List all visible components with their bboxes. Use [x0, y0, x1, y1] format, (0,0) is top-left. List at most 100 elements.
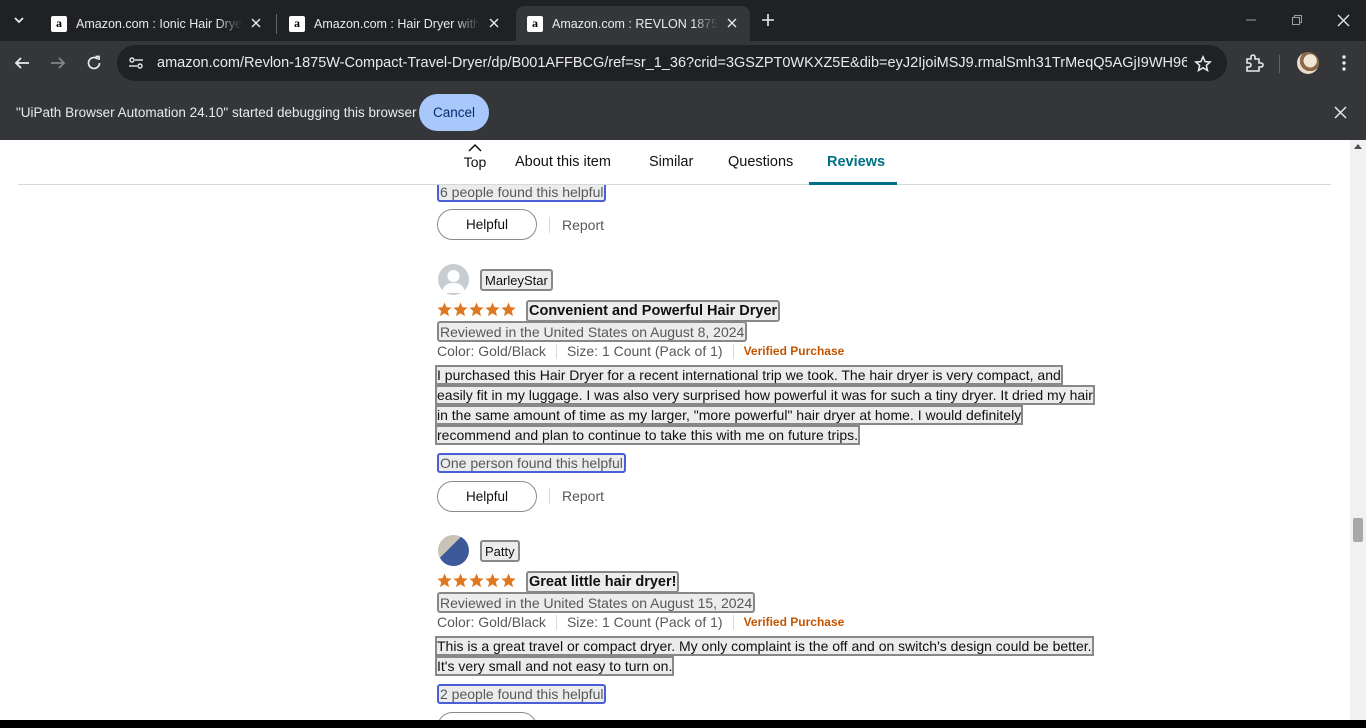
scroll-up-arrow-icon[interactable]	[1354, 144, 1362, 149]
site-settings-icon[interactable]	[127, 54, 145, 72]
star-icon	[453, 573, 468, 588]
reload-icon	[87, 55, 101, 70]
reload-button[interactable]	[80, 49, 108, 77]
tab-1[interactable]: a Amazon.com : Ionic Hair Dryer,	[40, 6, 274, 41]
tab-3-active[interactable]: a Amazon.com : REVLON 1875W C	[516, 6, 750, 41]
divider	[549, 488, 550, 504]
review-body-line: It's very small and not easy to turn on.	[434, 656, 675, 676]
star-rating[interactable]	[437, 302, 516, 318]
arrow-right-icon	[51, 57, 66, 69]
profile-avatar[interactable]	[1297, 52, 1319, 74]
variant-color[interactable]: Color: Gold/Black	[437, 343, 546, 359]
tab-title: Amazon.com : Ionic Hair Dryer,	[76, 16, 242, 31]
star-icon	[501, 573, 516, 588]
review-body-line: I purchased this Hair Dryer for a recent…	[435, 365, 1063, 385]
amazon-favicon-icon: a	[289, 15, 305, 32]
reviewer-avatar	[438, 535, 469, 566]
page-content: Top About this item Similar Questions Re…	[0, 140, 1350, 720]
bookmark-star-icon[interactable]	[1193, 54, 1213, 74]
tab-title: Amazon.com : Hair Dryer with D	[314, 16, 480, 31]
report-link[interactable]: Report	[562, 488, 604, 504]
close-icon	[1337, 14, 1349, 26]
star-icon	[469, 573, 484, 588]
restore-icon	[1292, 15, 1302, 25]
review-title[interactable]: Great little hair dryer!	[526, 571, 680, 593]
variant-size[interactable]: Size: 1 Count (Pack of 1)	[567, 614, 723, 630]
review-date: Reviewed in the United States on August …	[437, 592, 756, 613]
divider	[549, 217, 550, 233]
page-scrollbar[interactable]	[1350, 140, 1366, 720]
close-infobar-icon[interactable]	[1331, 103, 1349, 121]
close-tab-icon[interactable]	[486, 15, 502, 31]
helpful-button[interactable]: Helpful	[437, 481, 537, 512]
helpful-button[interactable]	[437, 712, 537, 720]
extensions-puzzle-icon[interactable]	[1243, 52, 1265, 74]
helpful-count: One person found this helpful	[437, 453, 626, 473]
infobar-message: "UiPath Browser Automation 24.10" starte…	[16, 105, 417, 120]
star-icon	[485, 302, 500, 317]
nav-about-this-item[interactable]: About this item	[515, 154, 611, 170]
star-icon	[437, 302, 452, 317]
star-icon	[501, 302, 516, 317]
amazon-favicon-icon: a	[51, 15, 67, 32]
product-sticky-nav: Top About this item Similar Questions Re…	[18, 140, 1331, 185]
helpful-count: 2 people found this helpful	[437, 684, 607, 704]
nav-similar[interactable]: Similar	[649, 154, 693, 170]
divider	[732, 614, 734, 630]
star-icon	[437, 573, 452, 588]
variant-size[interactable]: Size: 1 Count (Pack of 1)	[567, 343, 723, 359]
divider	[555, 343, 557, 359]
debugging-infobar: "UiPath Browser Automation 24.10" starte…	[0, 85, 1366, 140]
caret-up-icon	[468, 143, 482, 152]
reviewer-name[interactable]: MarleyStar	[480, 269, 553, 291]
review-body-line: recommend and plan to continue to take t…	[434, 425, 861, 445]
star-icon	[469, 302, 484, 317]
toolbar-separator	[1279, 55, 1280, 73]
divider	[732, 343, 734, 359]
variant-color[interactable]: Color: Gold/Black	[437, 614, 546, 630]
address-bar[interactable]: amazon.com/Revlon-1875W-Compact-Travel-D…	[117, 45, 1227, 81]
forward-button[interactable]	[44, 49, 72, 77]
tab-2[interactable]: a Amazon.com : Hair Dryer with D	[278, 6, 512, 41]
kebab-menu-icon[interactable]	[1334, 52, 1354, 74]
divider	[555, 614, 557, 630]
star-rating[interactable]	[437, 573, 516, 589]
bottom-edge	[0, 720, 1366, 728]
nav-questions[interactable]: Questions	[728, 154, 793, 170]
tab-search-button[interactable]	[6, 7, 32, 33]
nav-reviews[interactable]: Reviews	[827, 154, 885, 170]
close-tab-icon[interactable]	[248, 15, 264, 31]
review-title[interactable]: Convenient and Powerful Hair Dryer	[526, 300, 781, 322]
reviewer-name[interactable]: Patty	[480, 540, 520, 562]
reviewer-avatar	[438, 264, 469, 295]
helpful-count: 6 people found this helpful	[437, 182, 607, 202]
review-body-line: easily fit in my luggage. I was also ver…	[435, 385, 1095, 405]
helpful-button[interactable]: Helpful	[437, 209, 537, 240]
browser-toolbar: amazon.com/Revlon-1875W-Compact-Travel-D…	[0, 41, 1366, 85]
scrollbar-thumb[interactable]	[1353, 518, 1363, 542]
review-variant-info: Color: Gold/Black Size: 1 Count (Pack of…	[437, 341, 844, 361]
review-body: This is a great travel or compact dryer.…	[434, 636, 1113, 676]
back-to-top-link[interactable]: Top	[459, 143, 491, 170]
tab-strip: a Amazon.com : Ionic Hair Dryer, a Amazo…	[0, 0, 1366, 41]
plus-icon	[762, 14, 774, 26]
url-text[interactable]: amazon.com/Revlon-1875W-Compact-Travel-D…	[157, 55, 1187, 71]
top-label: Top	[463, 154, 487, 170]
verified-purchase-badge: Verified Purchase	[743, 615, 845, 629]
star-icon	[485, 573, 500, 588]
restore-button[interactable]	[1287, 10, 1307, 30]
minimize-icon	[1246, 19, 1256, 21]
close-tab-icon[interactable]	[724, 15, 740, 31]
cancel-debugging-button[interactable]: Cancel	[419, 94, 489, 131]
back-button[interactable]	[8, 49, 36, 77]
review-body-line: This is a great travel or compact dryer.…	[435, 636, 1094, 656]
user-silhouette-icon	[442, 270, 465, 293]
minimize-button[interactable]	[1241, 10, 1261, 30]
report-link[interactable]: Report	[562, 217, 604, 233]
close-window-button[interactable]	[1333, 10, 1353, 30]
star-icon	[453, 302, 468, 317]
chevron-down-icon	[14, 17, 24, 24]
new-tab-button[interactable]	[756, 8, 780, 32]
review-variant-info: Color: Gold/Black Size: 1 Count (Pack of…	[437, 612, 844, 632]
verified-purchase-badge: Verified Purchase	[743, 344, 845, 358]
